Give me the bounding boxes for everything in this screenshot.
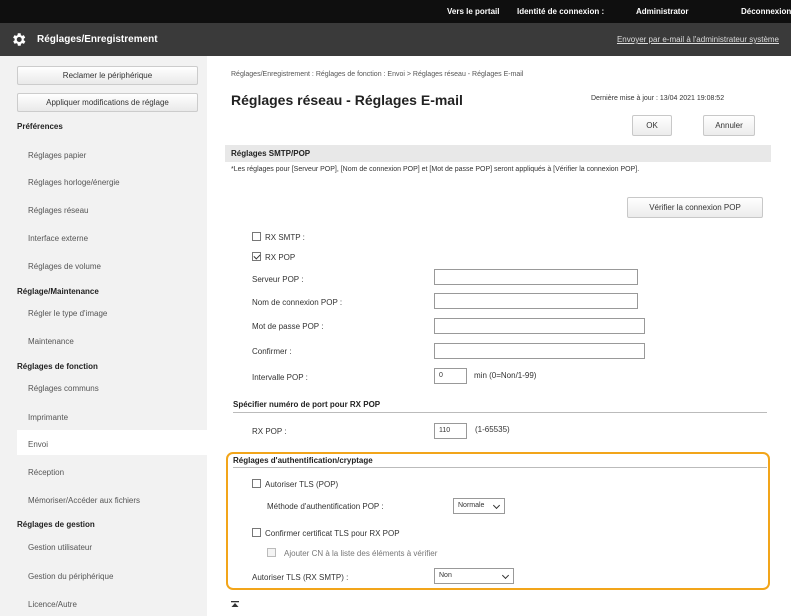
chevron-down-icon xyxy=(501,571,510,580)
mail-admin-link[interactable]: Envoyer par e-mail à l'administrateur sy… xyxy=(617,35,779,44)
title-bar: Réglages/Enregistrement Envoyer par e-ma… xyxy=(0,23,791,56)
sidebar-item-send[interactable]: Envoi xyxy=(28,440,48,449)
divider xyxy=(233,467,767,468)
confirm-tls-cert-checkbox[interactable] xyxy=(252,528,261,537)
section-note: *Les réglages pour [Serveur POP], [Nom d… xyxy=(231,166,640,173)
pop-server-input[interactable] xyxy=(434,269,638,285)
add-cn-label: Ajouter CN à la liste des éléments à vér… xyxy=(284,549,438,558)
sidebar-item-user-management[interactable]: Gestion utilisateur xyxy=(28,543,92,552)
last-updated: Dernière mise à jour : 13/04 2021 19:08:… xyxy=(591,95,725,102)
section-smtp-pop: Réglages SMTP/POP xyxy=(225,145,771,162)
pop-auth-method-select[interactable]: Normale xyxy=(453,498,505,514)
rx-pop-port-label: RX POP : xyxy=(252,427,287,436)
page-title: Réglages réseau - Réglages E-mail xyxy=(231,92,463,108)
sidebar-item-volume[interactable]: Réglages de volume xyxy=(28,262,101,271)
gear-icon xyxy=(13,33,26,46)
allow-tls-smtp-value: Non xyxy=(439,572,452,579)
sidebar-section-management: Réglages de gestion xyxy=(17,520,95,529)
sidebar-section-functions: Réglages de fonction xyxy=(17,362,98,371)
login-user: Administrator xyxy=(636,7,689,16)
rx-pop-checkbox[interactable] xyxy=(252,252,261,261)
rx-pop-label: RX POP xyxy=(265,253,296,262)
auth-section-title: Réglages d'authentification/cryptage xyxy=(233,456,373,465)
section-smtp-pop-title: Réglages SMTP/POP xyxy=(231,149,311,158)
confirm-tls-cert-label: Confirmer certificat TLS pour RX POP xyxy=(265,529,400,538)
pop-password-label: Mot de passe POP : xyxy=(252,322,324,331)
sidebar-item-paper[interactable]: Réglages papier xyxy=(28,151,86,160)
ok-button[interactable]: OK xyxy=(632,115,672,136)
port-section-title: Spécifier numéro de port pour RX POP xyxy=(233,400,381,409)
pop-interval-input[interactable]: 0 xyxy=(434,368,467,384)
sidebar-item-receive[interactable]: Réception xyxy=(28,468,64,477)
pop-interval-hint: min (0=Non/1-99) xyxy=(474,371,537,380)
main-content: Réglages/Enregistrement : Réglages de fo… xyxy=(207,56,791,616)
allow-tls-pop-label: Autoriser TLS (POP) xyxy=(265,480,339,489)
rx-smtp-checkbox[interactable] xyxy=(252,232,261,241)
confirm-password-input[interactable] xyxy=(434,343,645,359)
breadcrumb: Réglages/Enregistrement : Réglages de fo… xyxy=(231,71,524,78)
top-bar: Vers le portail Identité de connexion : … xyxy=(0,0,791,23)
sidebar-item-common[interactable]: Réglages communs xyxy=(28,384,99,393)
pop-password-input[interactable] xyxy=(434,318,645,334)
reclaim-device-button[interactable]: Reclamer le périphérique xyxy=(17,66,198,85)
allow-tls-smtp-select[interactable]: Non xyxy=(434,568,514,584)
rx-pop-port-input[interactable]: 110 xyxy=(434,423,467,439)
sidebar-section-maintenance: Réglage/Maintenance xyxy=(17,287,99,296)
logout-link[interactable]: Déconnexion xyxy=(741,7,791,16)
sidebar-item-clock-energy[interactable]: Réglages horloge/énergie xyxy=(28,178,120,187)
sidebar-section-preferences: Préférences xyxy=(17,122,63,131)
rx-pop-port-hint: (1-65535) xyxy=(475,425,510,434)
scroll-to-top-icon[interactable] xyxy=(230,600,240,610)
sidebar-item-printer[interactable]: Imprimante xyxy=(28,413,68,422)
sidebar-item-external-interface[interactable]: Interface externe xyxy=(28,234,88,243)
pop-interval-label: Intervalle POP : xyxy=(252,373,308,382)
verify-pop-button[interactable]: Vérifier la connexion POP xyxy=(627,197,763,218)
cancel-button[interactable]: Annuler xyxy=(703,115,755,136)
pop-login-label: Nom de connexion POP : xyxy=(252,298,343,307)
add-cn-checkbox[interactable] xyxy=(267,548,276,557)
pop-auth-method-label: Méthode d'authentification POP : xyxy=(267,502,384,511)
allow-tls-pop-checkbox[interactable] xyxy=(252,479,261,488)
sidebar-item-device-management[interactable]: Gestion du périphérique xyxy=(28,572,113,581)
divider xyxy=(233,412,767,413)
sidebar: Reclamer le périphérique Appliquer modif… xyxy=(0,56,207,616)
sidebar-item-license[interactable]: Licence/Autre xyxy=(28,600,77,609)
apply-settings-button[interactable]: Appliquer modifications de réglage xyxy=(17,93,198,112)
pop-auth-method-value: Normale xyxy=(458,502,485,509)
confirm-password-label: Confirmer : xyxy=(252,347,292,356)
sidebar-item-network[interactable]: Réglages réseau xyxy=(28,206,88,215)
portal-link[interactable]: Vers le portail xyxy=(447,7,499,16)
sidebar-item-maintenance[interactable]: Maintenance xyxy=(28,337,74,346)
app-title: Réglages/Enregistrement xyxy=(37,34,158,45)
sidebar-item-store-files[interactable]: Mémoriser/Accéder aux fichiers xyxy=(28,496,140,505)
pop-server-label: Serveur POP : xyxy=(252,275,304,284)
pop-login-input[interactable] xyxy=(434,293,638,309)
rx-smtp-label: RX SMTP : xyxy=(265,233,305,242)
login-id-label: Identité de connexion : xyxy=(517,7,605,16)
sidebar-item-image-type[interactable]: Régler le type d'image xyxy=(28,309,107,318)
chevron-down-icon xyxy=(492,501,501,510)
allow-tls-smtp-label: Autoriser TLS (RX SMTP) : xyxy=(252,573,349,582)
